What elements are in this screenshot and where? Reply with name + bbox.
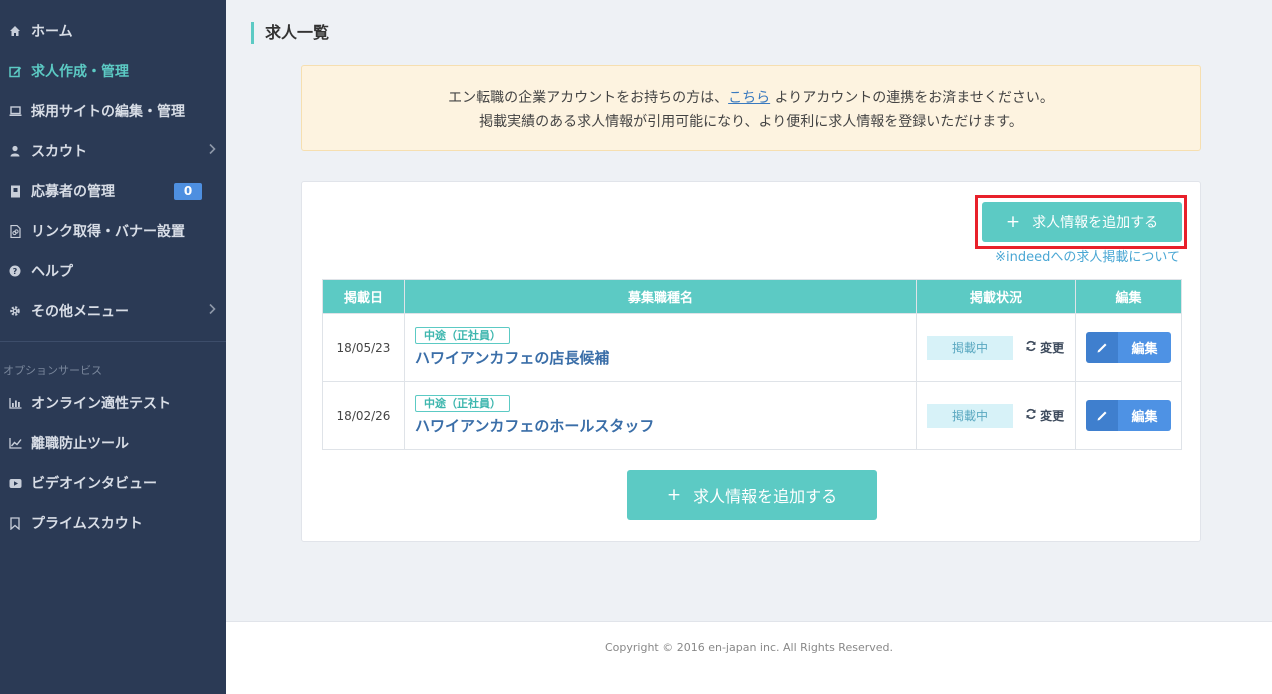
link-icon <box>8 224 22 238</box>
sidebar-item-label: その他メニュー <box>31 304 129 320</box>
sidebar-item-video-interview[interactable]: ビデオインタビュー <box>0 463 226 503</box>
column-header-edit: 編集 <box>1075 279 1182 314</box>
refresh-icon <box>1025 340 1037 355</box>
change-label: 変更 <box>1040 408 1065 423</box>
sidebar-item-label: ヘルプ <box>31 264 73 280</box>
sidebar-item-label: 採用サイトの編集・管理 <box>31 104 185 120</box>
posting-date: 18/05/23 <box>322 313 405 382</box>
sidebar-item-recruit-site[interactable]: 採用サイトの編集・管理 <box>0 91 226 131</box>
employment-type-tag: 中途（正社員） <box>415 327 510 344</box>
footer: Copyright © 2016 en-japan inc. All Right… <box>226 621 1272 694</box>
bookmark-icon <box>8 516 22 530</box>
sidebar-item-label: ホーム <box>31 24 73 40</box>
edit-cell: 編集 <box>1075 381 1182 450</box>
id-card-icon <box>8 184 22 198</box>
change-status-button[interactable]: 変更 <box>1025 407 1064 424</box>
column-header-date: 掲載日 <box>322 279 405 314</box>
plus-icon: + <box>666 485 682 505</box>
notice-line-1: エン転職の企業アカウントをお持ちの方は、こちら よりアカウントの連携をお済ませく… <box>302 86 1200 110</box>
video-icon <box>8 476 22 490</box>
applicant-count-badge: 0 <box>174 183 202 200</box>
sidebar-item-label: スカウト <box>31 144 87 160</box>
add-job-button-bottom[interactable]: + 求人情報を追加する <box>627 470 877 520</box>
job-table: 掲載日 募集職種名 掲載状況 編集 18/05/23 中途（正社員） ハワイアン… <box>322 279 1182 450</box>
sidebar-item-job-management[interactable]: 求人作成・管理 <box>0 51 226 91</box>
question-icon: ? <box>8 264 22 278</box>
edit-icon <box>8 64 22 78</box>
sidebar-item-scout[interactable]: スカウト <box>0 131 226 171</box>
edit-button[interactable]: 編集 <box>1086 332 1171 363</box>
employment-type-tag: 中途（正社員） <box>415 395 510 412</box>
sidebar-item-prime-scout[interactable]: プライムスカウト <box>0 503 226 543</box>
sidebar-item-label: ビデオインタビュー <box>31 476 157 492</box>
sidebar-item-label: 離職防止ツール <box>31 436 129 452</box>
edit-button-label: 編集 <box>1118 332 1171 363</box>
add-job-highlight: + 求人情報を追加する <box>975 195 1187 249</box>
job-list-card: + 求人情報を追加する ※indeedへの求人掲載について 掲載日 募集職種名 … <box>301 181 1201 542</box>
change-status-button[interactable]: 変更 <box>1025 339 1064 356</box>
table-header-row: 掲載日 募集職種名 掲載状況 編集 <box>322 279 1182 314</box>
status-badge: 掲載中 <box>927 403 1013 428</box>
svg-text:?: ? <box>13 267 18 276</box>
status-cell: 掲載中 変更 <box>916 381 1076 450</box>
sidebar-item-label: 応募者の管理 <box>31 184 115 200</box>
edit-button-label: 編集 <box>1118 400 1171 431</box>
options-section-label: オプションサービス <box>3 364 102 377</box>
add-job-button-label: 求人情報を追加する <box>693 487 838 506</box>
sidebar-item-home[interactable]: ホーム <box>0 11 226 51</box>
account-link-notice: エン転職の企業アカウントをお持ちの方は、こちら よりアカウントの連携をお済ませく… <box>301 65 1201 151</box>
sidebar-item-other-menu[interactable]: その他メニュー <box>0 291 226 331</box>
sidebar-item-label: リンク取得・バナー設置 <box>31 224 185 240</box>
indeed-info-link[interactable]: ※indeedへの求人掲載について <box>995 246 1180 265</box>
bar-chart-icon <box>8 396 22 410</box>
pencil-icon <box>1086 400 1118 431</box>
user-icon <box>8 144 22 158</box>
pencil-icon <box>1086 332 1118 363</box>
edit-cell: 編集 <box>1075 313 1182 382</box>
job-title-cell: 中途（正社員） ハワイアンカフェのホールスタッフ <box>404 381 917 450</box>
sidebar-divider <box>0 341 226 342</box>
status-cell: 掲載中 変更 <box>916 313 1076 382</box>
gear-icon <box>8 304 22 318</box>
sidebar-item-help[interactable]: ? ヘルプ <box>0 251 226 291</box>
table-row: 18/05/23 中途（正社員） ハワイアンカフェの店長候補 掲載中 変更 編集 <box>322 313 1182 382</box>
notice-text-pre: エン転職の企業アカウントをお持ちの方は、 <box>448 90 729 106</box>
plus-icon: + <box>1005 212 1021 232</box>
sidebar-item-label: プライムスカウト <box>31 516 143 532</box>
sidebar: ホーム 求人作成・管理 採用サイトの編集・管理 スカウト 応募者の管理 0 リン… <box>0 0 226 694</box>
add-job-button-label: 求人情報を追加する <box>1032 215 1159 231</box>
job-title-link[interactable]: ハワイアンカフェのホールスタッフ <box>415 415 916 436</box>
status-badge: 掲載中 <box>927 335 1013 360</box>
job-title-link[interactable]: ハワイアンカフェの店長候補 <box>415 347 916 368</box>
table-row: 18/02/26 中途（正社員） ハワイアンカフェのホールスタッフ 掲載中 変更 <box>322 381 1182 450</box>
notice-link[interactable]: こちら <box>728 90 770 106</box>
notice-line-2: 掲載実績のある求人情報が引用可能になり、より便利に求人情報を登録いただけます。 <box>479 114 1023 130</box>
column-header-job-title: 募集職種名 <box>404 279 917 314</box>
sidebar-item-aptitude-test[interactable]: オンライン適性テスト <box>0 383 226 423</box>
sidebar-item-retention-tool[interactable]: 離職防止ツール <box>0 423 226 463</box>
notice-text-post: よりアカウントの連携をお済ませください。 <box>770 90 1054 106</box>
refresh-icon <box>1025 408 1037 423</box>
job-title-cell: 中途（正社員） ハワイアンカフェの店長候補 <box>404 313 917 382</box>
chevron-right-icon <box>208 303 216 319</box>
copyright-text: Copyright © 2016 en-japan inc. All Right… <box>604 641 894 654</box>
posting-date: 18/02/26 <box>322 381 405 450</box>
home-icon <box>8 24 22 38</box>
column-header-status: 掲載状況 <box>916 279 1076 314</box>
laptop-icon <box>8 104 22 118</box>
add-job-button-top[interactable]: + 求人情報を追加する <box>982 202 1182 242</box>
line-chart-icon <box>8 436 22 450</box>
sidebar-item-label: 求人作成・管理 <box>31 64 129 80</box>
sidebar-item-applicants[interactable]: 応募者の管理 0 <box>0 171 226 211</box>
edit-button[interactable]: 編集 <box>1086 400 1171 431</box>
chevron-right-icon <box>208 143 216 159</box>
page-title: 求人一覧 <box>251 22 329 44</box>
sidebar-item-link-banner[interactable]: リンク取得・バナー設置 <box>0 211 226 251</box>
change-label: 変更 <box>1040 340 1065 355</box>
sidebar-item-label: オンライン適性テスト <box>31 396 171 412</box>
